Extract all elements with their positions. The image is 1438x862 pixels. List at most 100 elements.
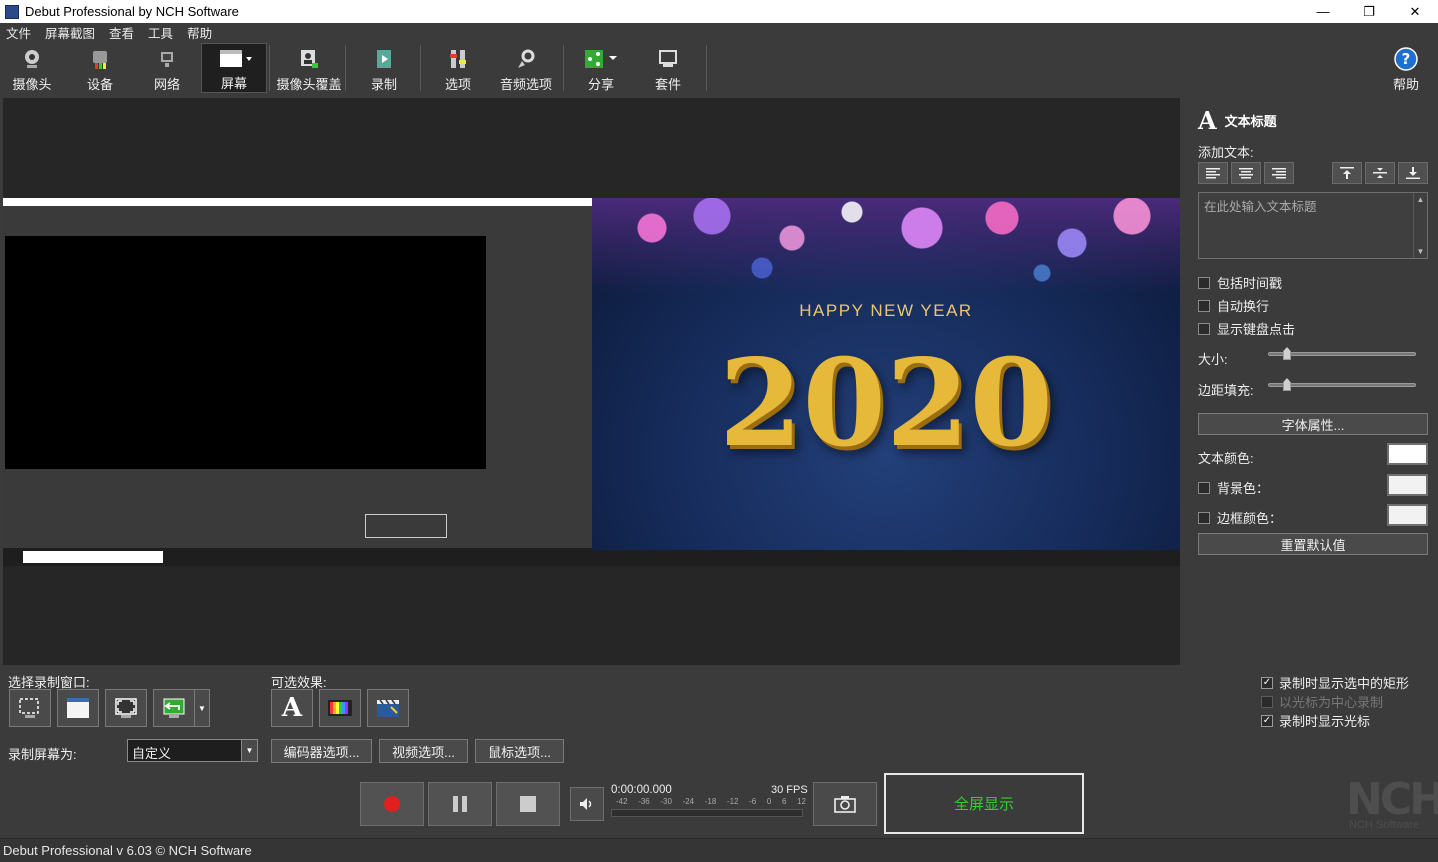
title-bar: Debut Professional by NCH Software — ❐ ✕	[0, 0, 1438, 23]
checkbox-box[interactable]	[1198, 299, 1210, 312]
record-time: 0:00:00.000	[611, 784, 672, 796]
pause-icon	[453, 796, 467, 812]
network-label: 网络	[153, 77, 180, 92]
window-controls: — ❐ ✕	[1300, 0, 1438, 23]
record-as-select[interactable]: 自定义 ▼	[127, 739, 258, 762]
wallpaper-greeting: HAPPY NEW YEAR	[799, 301, 973, 320]
scroll-down-icon[interactable]: ▼	[1417, 247, 1425, 256]
select-window-dropdown[interactable]: ▼	[194, 689, 210, 727]
pause-button[interactable]	[428, 782, 492, 826]
share-button[interactable]: 分享	[578, 43, 624, 93]
record-button[interactable]: 录制	[362, 43, 406, 93]
stop-button[interactable]	[496, 782, 560, 826]
include-timestamp-label: 包括时间戳	[1217, 276, 1283, 291]
suite-label: 套件	[654, 77, 681, 92]
video-options-button[interactable]: 视频选项...	[379, 739, 468, 763]
camera-icon	[834, 796, 856, 813]
captured-titlebar	[3, 198, 592, 206]
font-properties-button[interactable]: 字体属性...	[1198, 413, 1428, 435]
text-caption-panel: A 文本标题 添加文本: 在此处输入文本标题 ▲ ▼ 包括时间戳 自动换行 显示…	[1186, 98, 1438, 668]
mouse-options-button[interactable]: 鼠标选项...	[475, 739, 564, 763]
align-left-icon	[1206, 168, 1220, 179]
size-slider[interactable]	[1268, 347, 1416, 360]
scroll-up-icon[interactable]: ▲	[1417, 195, 1425, 204]
size-slider-thumb[interactable]	[1283, 347, 1291, 360]
chevron-down-icon[interactable]: ▼	[241, 740, 257, 761]
device-button[interactable]: 设备	[78, 43, 122, 93]
show-keyclicks-checkbox[interactable]: 显示键盘点击	[1198, 319, 1295, 338]
align-bottom-button[interactable]	[1398, 162, 1428, 184]
suite-button[interactable]: 套件	[646, 43, 690, 93]
align-center-button[interactable]	[1231, 162, 1261, 184]
bokeh-lights	[592, 198, 1180, 293]
help-label: 帮助	[1392, 77, 1419, 92]
minimize-button[interactable]: —	[1300, 0, 1346, 23]
select-window-button[interactable]	[57, 689, 99, 727]
snapshot-button[interactable]	[813, 782, 877, 826]
screen-capture-preview: HAPPY NEW YEAR 2020	[3, 198, 1180, 566]
volume-button[interactable]	[570, 787, 604, 821]
color-effect-button[interactable]	[319, 689, 361, 727]
screen-icon	[212, 48, 256, 70]
webcam-overlay-button[interactable]: 摄像头覆盖	[276, 43, 342, 93]
text-caption-effect-button[interactable]: A	[271, 689, 313, 727]
align-right-button[interactable]	[1264, 162, 1294, 184]
reset-defaults-button[interactable]: 重置默认值	[1198, 533, 1428, 555]
checkbox-checked[interactable]: ✓	[1261, 714, 1273, 727]
text-color-swatch[interactable]	[1387, 443, 1428, 465]
encoder-options-button[interactable]: 编码器选项...	[271, 739, 372, 763]
caption-text-input[interactable]: 在此处输入文本标题 ▲ ▼	[1198, 192, 1428, 259]
captured-fullscreen-box	[365, 514, 447, 538]
auto-wrap-checkbox[interactable]: 自动换行	[1198, 296, 1269, 315]
window-select-icon	[67, 698, 89, 718]
checkbox-box[interactable]	[1198, 322, 1210, 335]
center-cursor-checkbox[interactable]: 以光标为中心录制	[1261, 692, 1383, 711]
close-button[interactable]: ✕	[1392, 0, 1438, 23]
maximize-button[interactable]: ❐	[1346, 0, 1392, 23]
background-color-label: 背景色：	[1217, 481, 1270, 496]
video-effect-button[interactable]	[367, 689, 409, 727]
align-top-button[interactable]	[1332, 162, 1362, 184]
status-text: Debut Professional v 6.03 © NCH Software	[3, 843, 252, 858]
checkbox-box[interactable]	[1198, 481, 1210, 494]
select-previous-button[interactable]	[153, 689, 195, 727]
select-fullscreen-button[interactable]	[105, 689, 147, 727]
suite-icon	[656, 47, 680, 71]
text-a-icon: A	[281, 693, 303, 723]
show-cursor-checkbox[interactable]: ✓ 录制时显示光标	[1261, 711, 1370, 730]
padding-slider-thumb[interactable]	[1283, 378, 1291, 391]
border-color-swatch[interactable]	[1387, 504, 1428, 526]
camera-label: 摄像头	[12, 77, 52, 92]
checkbox-box[interactable]	[1261, 695, 1273, 708]
background-color-swatch[interactable]	[1387, 474, 1428, 496]
panel-title: 文本标题	[1224, 114, 1277, 129]
help-button[interactable]: ? 帮助	[1388, 43, 1424, 93]
start-record-button[interactable]	[360, 782, 424, 826]
checkbox-box[interactable]	[1198, 276, 1210, 289]
include-timestamp-checkbox[interactable]: 包括时间戳	[1198, 273, 1282, 292]
align-left-button[interactable]	[1198, 162, 1228, 184]
network-button[interactable]: 网络	[145, 43, 189, 93]
screen-button[interactable]: 屏幕	[201, 43, 267, 93]
fullscreen-button[interactable]: 全屏显示	[884, 773, 1084, 834]
show-rect-checkbox[interactable]: ✓ 录制时显示选中的矩形	[1261, 673, 1409, 692]
select-region-button[interactable]	[9, 689, 51, 727]
textarea-scrollbar[interactable]: ▲ ▼	[1413, 193, 1427, 258]
align-middle-icon	[1373, 168, 1387, 178]
menu-tools[interactable]: 工具	[146, 23, 173, 42]
checkbox-box[interactable]	[1198, 511, 1210, 524]
border-color-checkbox[interactable]: 边框颜色：	[1198, 508, 1282, 527]
options-button[interactable]: 选项	[436, 43, 480, 93]
menu-help[interactable]: 帮助	[185, 23, 212, 42]
camera-button[interactable]: 摄像头	[8, 43, 56, 93]
menu-file[interactable]: 文件	[4, 23, 31, 42]
speaker-icon	[580, 798, 592, 810]
db-tick: -24	[682, 797, 695, 806]
padding-slider[interactable]	[1268, 378, 1416, 391]
menu-view[interactable]: 查看	[107, 23, 134, 42]
audio-options-button[interactable]: 音频选项	[498, 43, 554, 93]
align-middle-button[interactable]	[1365, 162, 1395, 184]
checkbox-checked[interactable]: ✓	[1261, 676, 1273, 689]
menu-screenshot[interactable]: 屏幕截图	[43, 23, 95, 42]
background-color-checkbox[interactable]: 背景色：	[1198, 478, 1269, 497]
